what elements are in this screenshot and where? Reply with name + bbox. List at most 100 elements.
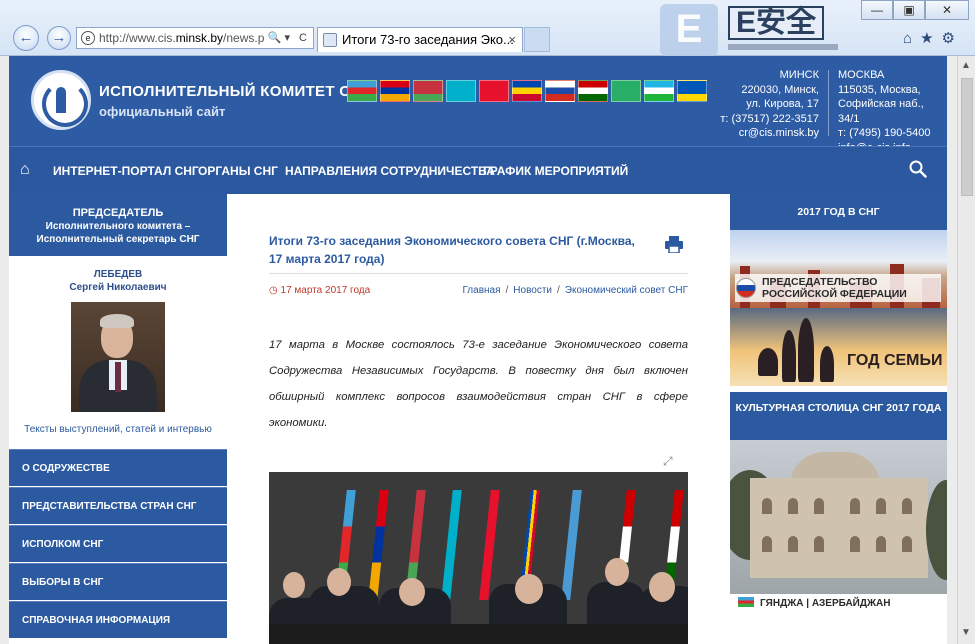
year-header[interactable]: 2017 ГОД В СНГ	[730, 194, 947, 230]
site-subtitle: официальный сайт	[99, 104, 226, 119]
speeches-link[interactable]: Тексты выступлений, статей и интервью	[9, 424, 227, 435]
nav-representations[interactable]: ПРЕДСТАВИТЕЛЬСТВА СТРАН СНГ	[9, 487, 227, 524]
address-controls-icon[interactable]: 🔍▾ C	[268, 28, 310, 48]
menu-item-schedule[interactable]: ГРАФИК МЕРОПРИЯТИЙ	[483, 164, 628, 178]
address-domain: minsk.by	[175, 31, 224, 45]
flag-russia-icon[interactable]	[545, 80, 575, 102]
nav-reference[interactable]: СПРАВОЧНАЯ ИНФОРМАЦИЯ	[9, 601, 227, 638]
contact-moscow: МОСКВА 115035, Москва, Софийская наб., 3…	[838, 68, 947, 155]
vertical-scrollbar[interactable]: ▲ ▼	[957, 56, 975, 644]
home-icon[interactable]: ⌂	[20, 162, 36, 178]
chairman-role-1: Исполнительного комитета –	[45, 221, 191, 232]
window-controls: — ▣ ✕	[861, 0, 969, 20]
azerbaijan-flag-icon	[738, 597, 754, 607]
building-window	[902, 498, 912, 514]
article-lead: 17 марта в Москве состоялось 73-е заседа…	[269, 339, 688, 429]
rf-banner-line-2: РОССИЙСКОЙ ФЕДЕРАЦИИ	[762, 288, 907, 300]
contact-minsk: МИНСК 220030, Минск, ул. Кирова, 17 т: (…	[720, 68, 819, 141]
minimize-icon[interactable]: —	[861, 0, 893, 20]
tab-close-icon[interactable]: ×	[508, 28, 516, 51]
chairman-photo[interactable]	[71, 302, 165, 412]
meeting-photo[interactable]	[269, 472, 688, 644]
close-window-icon[interactable]: ✕	[925, 0, 969, 20]
article-title: Итоги 73-го заседания Экономического сов…	[269, 234, 635, 266]
address-bar[interactable]: e http://www.cis.minsk.by/news.p 🔍▾ C	[76, 27, 314, 49]
chairman-header: ПРЕДСЕДАТЕЛЬ Исполнительного комитета – …	[9, 194, 227, 256]
flag-belarus-icon[interactable]	[413, 80, 443, 102]
minsk-email[interactable]: cr@cis.minsk.by	[720, 126, 819, 141]
active-tab[interactable]: Итоги 73-го заседания Эко... ×	[317, 27, 523, 52]
minsk-address1: 220030, Минск,	[741, 83, 819, 96]
ganja-photo[interactable]	[730, 440, 947, 594]
building-window	[876, 536, 886, 552]
cis-logo[interactable]	[31, 70, 91, 130]
chairman-name[interactable]: ЛЕБЕДЕВ Сергей Николаевич	[9, 256, 227, 294]
clock-icon: ◷	[269, 285, 281, 296]
crumb-separator: /	[505, 285, 509, 296]
flag-kyrgyzstan-icon[interactable]	[479, 80, 509, 102]
settings-gear-icon[interactable]: ⚙	[942, 30, 963, 47]
crumb-economic-council[interactable]: Экономический совет СНГ	[565, 285, 688, 296]
nav-about[interactable]: О СОДРУЖЕСТВЕ	[9, 449, 227, 486]
favorites-star-icon[interactable]: ★	[920, 30, 941, 47]
home-icon[interactable]: ⌂	[903, 30, 920, 47]
rf-chairmanship-banner[interactable]: ПРЕДСЕДАТЕЛЬСТВО РОССИЙСКОЙ ФЕДЕРАЦИИ	[730, 230, 947, 308]
photo-head-5	[605, 558, 629, 586]
flag-uzbekistan-icon[interactable]	[644, 80, 674, 102]
nav-executive-committee[interactable]: ИСПОЛКОМ СНГ	[9, 525, 227, 562]
building-window	[902, 536, 912, 552]
year-of-family-banner[interactable]: ГОД СЕМЬИ	[730, 308, 947, 386]
building-window	[762, 498, 772, 514]
crumb-news[interactable]: Новости	[513, 285, 552, 296]
culture-caption: ГЯНДЖА | АЗЕРБАЙДЖАН	[730, 594, 947, 614]
search-icon[interactable]	[909, 160, 927, 178]
flag-turkmenistan-icon[interactable]	[611, 80, 641, 102]
flag-tajikistan-icon[interactable]	[578, 80, 608, 102]
building-window	[788, 536, 798, 552]
site-favicon-icon	[323, 33, 337, 47]
chairman-given-names: Сергей Николаевич	[69, 282, 167, 293]
minsk-phone: т: (37517) 222-3517	[720, 112, 819, 125]
family-mother	[782, 330, 796, 382]
site-header: ИСПОЛНИТЕЛЬНЫЙ КОМИТЕТ СНГ официальный с…	[9, 56, 947, 154]
photo-hair	[100, 314, 134, 328]
page-viewport: ИСПОЛНИТЕЛЬНЫЙ КОМИТЕТ СНГ официальный с…	[0, 56, 957, 644]
maximize-icon[interactable]: ▣	[893, 0, 925, 20]
photo-flag-4	[441, 490, 462, 600]
site-title[interactable]: ИСПОЛНИТЕЛЬНЫЙ КОМИТЕТ СНГ	[99, 83, 370, 100]
print-icon[interactable]	[665, 236, 683, 253]
photo-flag-7	[561, 490, 582, 600]
new-tab-button[interactable]	[524, 27, 550, 52]
flag-azerbaijan-icon[interactable]	[347, 80, 377, 102]
photo-flag-2	[368, 490, 389, 600]
scroll-up-icon[interactable]: ▲	[961, 60, 971, 71]
member-flags	[347, 80, 710, 102]
photo-head-3	[399, 578, 425, 606]
culture-capital-header[interactable]: КУЛЬТУРНАЯ СТОЛИЦА СНГ 2017 ГОДА	[730, 392, 947, 440]
menu-item-portal[interactable]: ИНТЕРНЕТ-ПОРТАЛ СНГ	[53, 164, 199, 178]
main-menu: ⌂ ИНТЕРНЕТ-ПОРТАЛ СНГ ОРГАНЫ СНГ НАПРАВЛ…	[9, 146, 947, 194]
forward-button[interactable]: →	[47, 26, 71, 50]
nav-elections[interactable]: ВЫБОРЫ В СНГ	[9, 563, 227, 600]
flag-moldova-icon[interactable]	[512, 80, 542, 102]
expand-image-icon[interactable]: ⤢	[663, 454, 673, 469]
menu-item-directions[interactable]: НАПРАВЛЕНИЯ СОТРУДНИЧЕСТВА	[285, 164, 495, 178]
building-window	[850, 498, 860, 514]
watermark-text: E安全	[728, 6, 825, 40]
contact-divider	[828, 70, 829, 136]
scroll-down-icon[interactable]: ▼	[961, 627, 971, 638]
crumb-home[interactable]: Главная	[462, 285, 500, 296]
flag-kazakhstan-icon[interactable]	[446, 80, 476, 102]
family-banner-text: ГОД СЕМЬИ	[847, 352, 943, 369]
scrollbar-thumb[interactable]	[961, 78, 973, 196]
menu-item-organs[interactable]: ОРГАНЫ СНГ	[198, 164, 278, 178]
back-button[interactable]: ←	[13, 25, 39, 51]
watermark-letter: E	[660, 4, 718, 56]
moscow-address1: 115035, Москва,	[838, 83, 921, 96]
watermark-logo: E E安全	[660, 0, 840, 62]
family-father	[798, 318, 814, 382]
article: Итоги 73-го заседания Экономического сов…	[227, 194, 730, 644]
article-date-text: 17 марта 2017 года	[280, 285, 371, 296]
flag-ukraine-icon[interactable]	[677, 80, 707, 102]
flag-armenia-icon[interactable]	[380, 80, 410, 102]
